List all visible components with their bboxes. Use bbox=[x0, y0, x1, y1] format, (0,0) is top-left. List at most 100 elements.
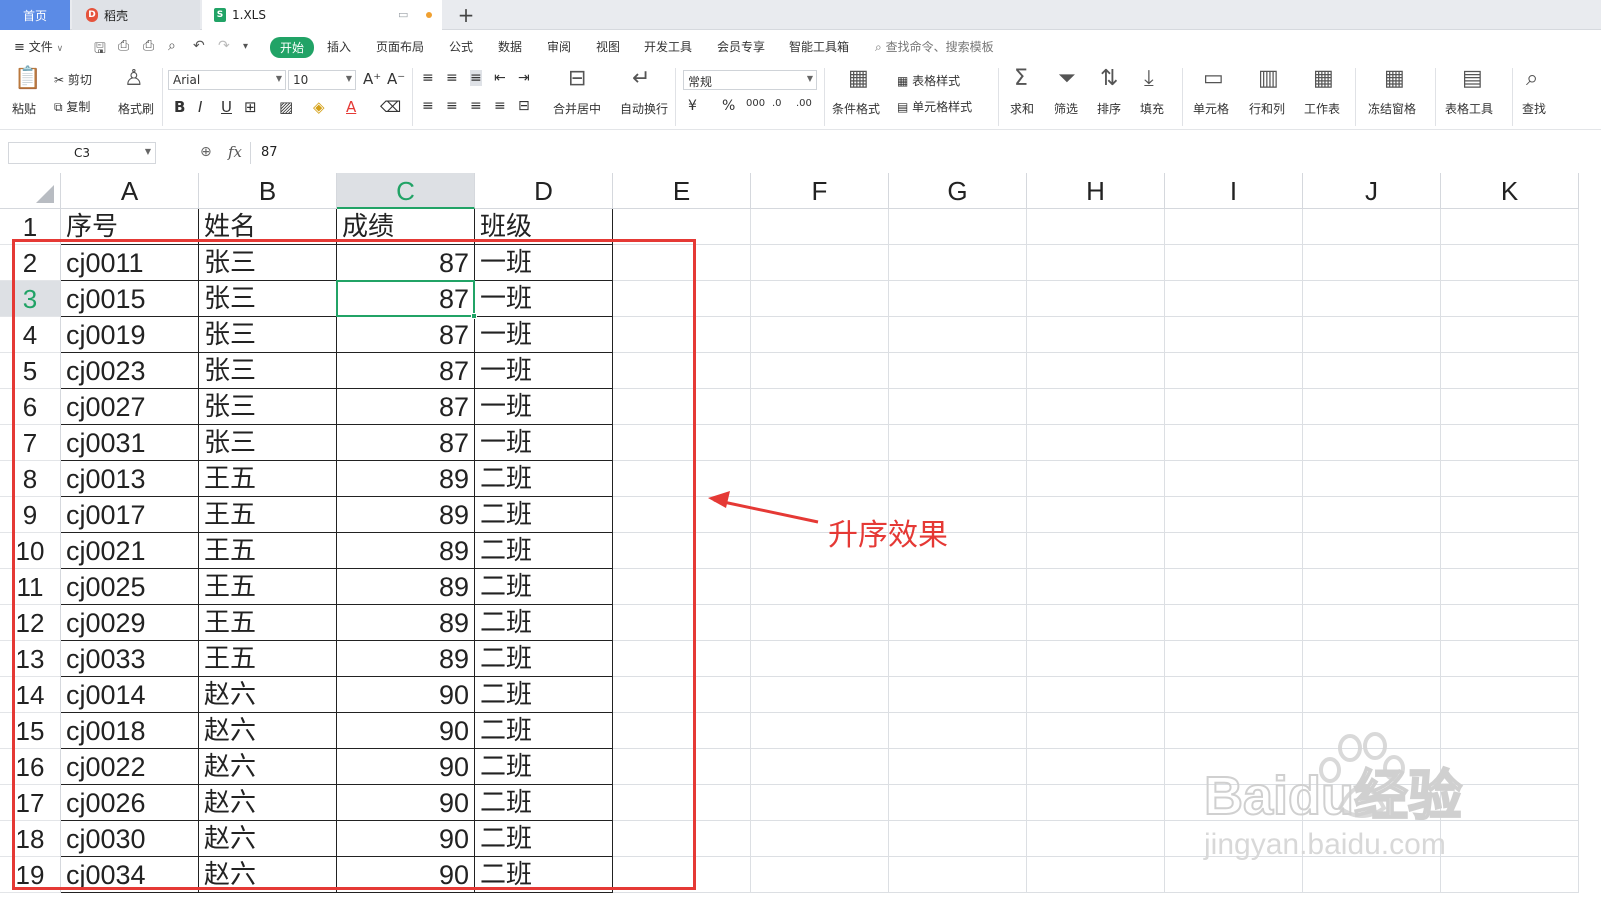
cell-h17[interactable] bbox=[1027, 785, 1165, 821]
menu-start[interactable]: 开始 bbox=[270, 37, 315, 58]
cell-style-button[interactable]: ▤ 单元格样式 bbox=[897, 98, 972, 115]
cell-k8[interactable] bbox=[1441, 461, 1579, 497]
cell-f4[interactable] bbox=[751, 317, 889, 353]
cell-j11[interactable] bbox=[1303, 569, 1441, 605]
cell-h18[interactable] bbox=[1027, 821, 1165, 857]
format-painter-button[interactable]: 格式刷 bbox=[118, 100, 154, 117]
cell-f13[interactable] bbox=[751, 641, 889, 677]
cell-f1[interactable] bbox=[751, 209, 889, 245]
cell-j12[interactable] bbox=[1303, 605, 1441, 641]
cell-i7[interactable] bbox=[1165, 425, 1303, 461]
cell-g19[interactable] bbox=[889, 857, 1027, 893]
italic-icon[interactable]: I bbox=[198, 98, 202, 116]
cell-j8[interactable] bbox=[1303, 461, 1441, 497]
paste-button[interactable]: 粘贴 bbox=[12, 100, 36, 117]
sort-button[interactable]: 排序 bbox=[1097, 100, 1121, 117]
fill-color-icon[interactable]: ◈ bbox=[313, 98, 325, 116]
save-icon[interactable]: 🖫 bbox=[94, 38, 106, 62]
menu-smart-tools[interactable]: 智能工具箱 bbox=[789, 38, 849, 55]
cell-h4[interactable] bbox=[1027, 317, 1165, 353]
cell-i6[interactable] bbox=[1165, 389, 1303, 425]
cell-f18[interactable] bbox=[751, 821, 889, 857]
fill-style-icon[interactable]: ▨ bbox=[279, 98, 293, 116]
paste-icon[interactable]: 📋 bbox=[14, 66, 41, 91]
undo-icon[interactable]: ↶ bbox=[193, 38, 205, 54]
fx-icon[interactable]: fx bbox=[228, 143, 242, 161]
tab-file[interactable]: S 1.XLS ▭ bbox=[202, 0, 442, 30]
decrease-font-icon[interactable]: A⁻ bbox=[387, 70, 405, 88]
menu-data[interactable]: 数据 bbox=[498, 38, 522, 55]
menu-view[interactable]: 视图 bbox=[596, 38, 620, 55]
cell-i5[interactable] bbox=[1165, 353, 1303, 389]
menu-member[interactable]: 会员专享 bbox=[717, 38, 765, 55]
cell-h19[interactable] bbox=[1027, 857, 1165, 893]
underline-icon[interactable]: U bbox=[221, 98, 232, 116]
cell-g8[interactable] bbox=[889, 461, 1027, 497]
cell-i11[interactable] bbox=[1165, 569, 1303, 605]
cell-f17[interactable] bbox=[751, 785, 889, 821]
column-header-g[interactable]: G bbox=[889, 173, 1027, 209]
cell-g16[interactable] bbox=[889, 749, 1027, 785]
row-col-icon[interactable]: ▥ bbox=[1258, 66, 1279, 91]
cell-i1[interactable] bbox=[1165, 209, 1303, 245]
freeze-panes-button[interactable]: 冻结窗格 bbox=[1368, 100, 1416, 117]
indent-decrease-icon[interactable]: ⇤ bbox=[494, 70, 506, 86]
cell-h10[interactable] bbox=[1027, 533, 1165, 569]
cell-j14[interactable] bbox=[1303, 677, 1441, 713]
cell-h15[interactable] bbox=[1027, 713, 1165, 749]
eraser-icon[interactable]: ⌫ bbox=[380, 98, 401, 116]
menu-developer[interactable]: 开发工具 bbox=[644, 38, 692, 55]
print-icon[interactable]: ⎙ bbox=[143, 38, 154, 54]
cell-k12[interactable] bbox=[1441, 605, 1579, 641]
column-header-i[interactable]: I bbox=[1165, 173, 1303, 209]
format-painter-icon[interactable]: ♙ bbox=[124, 66, 144, 91]
cell-k14[interactable] bbox=[1441, 677, 1579, 713]
cell-f19[interactable] bbox=[751, 857, 889, 893]
cell-i2[interactable] bbox=[1165, 245, 1303, 281]
indent-increase-icon[interactable]: ⇥ bbox=[518, 70, 530, 86]
cell-h9[interactable] bbox=[1027, 497, 1165, 533]
cell-i4[interactable] bbox=[1165, 317, 1303, 353]
conditional-format-icon[interactable]: ▦ bbox=[848, 66, 869, 91]
cell-k2[interactable] bbox=[1441, 245, 1579, 281]
decrease-decimal-icon[interactable]: .00 bbox=[796, 98, 812, 109]
cell-g17[interactable] bbox=[889, 785, 1027, 821]
align-middle-icon[interactable]: ≡ bbox=[446, 70, 458, 86]
cell-i10[interactable] bbox=[1165, 533, 1303, 569]
merge-center-button[interactable]: 合并居中 bbox=[553, 100, 601, 117]
cell-f14[interactable] bbox=[751, 677, 889, 713]
cell-g1[interactable] bbox=[889, 209, 1027, 245]
cell-f6[interactable] bbox=[751, 389, 889, 425]
cell-i12[interactable] bbox=[1165, 605, 1303, 641]
cell-k10[interactable] bbox=[1441, 533, 1579, 569]
font-color-icon[interactable]: A bbox=[346, 98, 356, 116]
cell-k13[interactable] bbox=[1441, 641, 1579, 677]
wrap-text-button[interactable]: 自动换行 bbox=[620, 100, 668, 117]
cell-f12[interactable] bbox=[751, 605, 889, 641]
cell-g4[interactable] bbox=[889, 317, 1027, 353]
number-format-select[interactable]: 常规 ▼ bbox=[683, 70, 817, 90]
cell-g18[interactable] bbox=[889, 821, 1027, 857]
column-header-k[interactable]: K bbox=[1441, 173, 1579, 209]
align-bottom-icon[interactable]: ≡ bbox=[470, 70, 482, 86]
select-all-corner[interactable] bbox=[0, 173, 61, 209]
cell-f15[interactable] bbox=[751, 713, 889, 749]
align-center-icon[interactable]: ≡ bbox=[446, 98, 458, 114]
currency-icon[interactable]: ¥ bbox=[688, 98, 697, 114]
new-tab-button[interactable]: + bbox=[455, 3, 477, 27]
cell-h16[interactable] bbox=[1027, 749, 1165, 785]
border-icon[interactable]: ⊞ bbox=[244, 98, 257, 116]
align-right-icon[interactable]: ≡ bbox=[470, 98, 482, 114]
cell-i8[interactable] bbox=[1165, 461, 1303, 497]
cell-icon[interactable]: ▭ bbox=[1203, 66, 1224, 91]
cell-h6[interactable] bbox=[1027, 389, 1165, 425]
merge-icon[interactable]: ⊟ bbox=[568, 66, 586, 91]
fill-icon[interactable]: ⤓ bbox=[1144, 66, 1154, 91]
cut-button[interactable]: ✂ 剪切 bbox=[54, 71, 92, 88]
sum-button[interactable]: 求和 bbox=[1010, 100, 1034, 117]
cell-k1[interactable] bbox=[1441, 209, 1579, 245]
cell-g3[interactable] bbox=[889, 281, 1027, 317]
export-icon[interactable]: ⎙ bbox=[118, 38, 129, 54]
column-header-d[interactable]: D bbox=[475, 173, 613, 209]
menu-page-layout[interactable]: 页面布局 bbox=[376, 38, 424, 55]
